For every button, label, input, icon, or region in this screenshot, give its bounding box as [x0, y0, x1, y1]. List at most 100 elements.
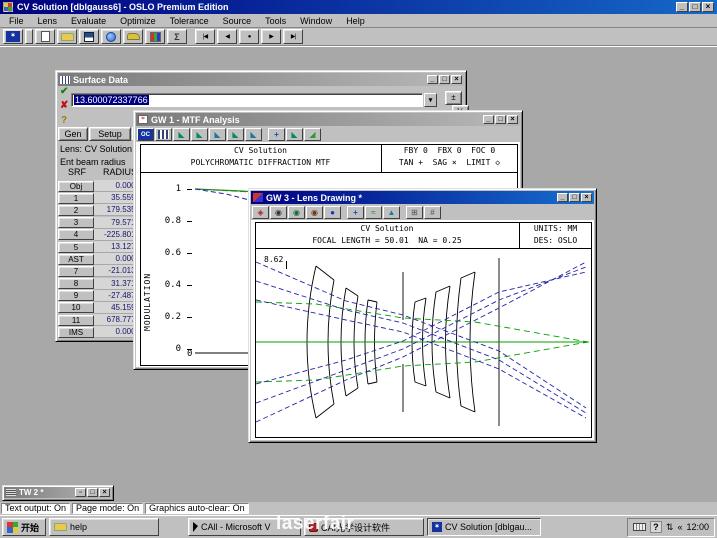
export-icon[interactable]: # — [424, 206, 441, 219]
axes-icon[interactable]: + — [268, 128, 285, 141]
minimized-title: TW 2 * — [19, 488, 43, 497]
taskbar-oslo-window[interactable]: ✶ CV Solution [dblgau... — [427, 518, 541, 536]
oslo-logo-icon[interactable]: ✶ — [3, 29, 23, 44]
table-row: 9-27.4878 — [58, 290, 144, 302]
accept-icon[interactable]: ✔ — [60, 86, 68, 97]
setup-tab-button[interactable]: Setup — [89, 127, 131, 141]
plot-report-icon[interactable]: ◣ — [286, 128, 303, 141]
draw-icon[interactable]: ◈ — [252, 206, 269, 219]
rays-icon[interactable]: ≈ — [365, 206, 382, 219]
grid-icon[interactable]: ⊞ — [406, 206, 423, 219]
slider-wheel-icon[interactable] — [123, 29, 143, 44]
srf-button[interactable]: 8 — [58, 278, 94, 289]
plot-psf-icon[interactable]: ◣ — [191, 128, 208, 141]
srf-button[interactable]: 9 — [58, 290, 94, 301]
toolbar-handle[interactable] — [25, 29, 33, 44]
cell-dropdown-button[interactable]: ▾ — [424, 93, 437, 107]
taskbar-help-folder[interactable]: help — [49, 518, 159, 536]
app-close-button[interactable]: × — [702, 2, 714, 12]
min-maximize-button[interactable]: □ — [87, 488, 98, 497]
plot-spot-icon[interactable]: ◣ — [209, 128, 226, 141]
minimized-titlebar[interactable]: TW 2 * ▫ □ × — [4, 487, 112, 498]
table-row: AST0.0000 — [58, 253, 144, 265]
menu-optimize[interactable]: Optimize — [113, 15, 163, 27]
surface-maximize-button[interactable]: □ — [439, 75, 450, 84]
app-minimize-button[interactable]: _ — [676, 2, 688, 12]
lens-maximize-button[interactable]: □ — [569, 193, 580, 202]
surface-minimize-button[interactable]: _ — [427, 75, 438, 84]
collapse-tray-icon[interactable]: « — [677, 522, 682, 532]
lens-titlebar[interactable]: GW 3 - Lens Drawing * _ □ × — [251, 191, 594, 204]
save-lens-icon[interactable] — [79, 29, 99, 44]
mtf-close-button[interactable]: × — [507, 115, 518, 124]
menu-file[interactable]: File — [2, 15, 31, 27]
cancel-icon[interactable]: ✘ — [60, 100, 68, 111]
lens-minimize-button[interactable]: _ — [557, 193, 568, 202]
plot-field-icon[interactable]: ◣ — [227, 128, 244, 141]
menu-source[interactable]: Source — [216, 15, 259, 27]
surface-close-button[interactable]: × — [451, 75, 462, 84]
new-lens-icon[interactable] — [35, 29, 55, 44]
tray-help-icon[interactable]: ? — [650, 521, 662, 533]
plot-wavefront-icon[interactable]: ◣ — [245, 128, 262, 141]
menu-lens[interactable]: Lens — [31, 15, 65, 27]
app-maximize-button[interactable]: □ — [689, 2, 701, 12]
text-window-icon — [6, 489, 16, 496]
vcr-prev-icon[interactable]: ◀ — [217, 29, 237, 44]
menu-help[interactable]: Help — [339, 15, 372, 27]
zoom-out-icon[interactable]: ▲ — [383, 206, 400, 219]
srf-button[interactable]: 5 — [58, 242, 94, 253]
menu-tolerance[interactable]: Tolerance — [163, 15, 216, 27]
surface-data-titlebar[interactable]: Surface Data _ □ × — [58, 73, 464, 86]
view-3d-icon[interactable]: ◉ — [306, 206, 323, 219]
mtf-titlebar[interactable]: ≈ GW 1 - MTF Analysis _ □ × — [136, 113, 520, 126]
chart-icon[interactable] — [145, 29, 165, 44]
min-close-button[interactable]: × — [99, 488, 110, 497]
comb-icon[interactable] — [155, 128, 172, 141]
min-restore-button[interactable]: ▫ — [75, 488, 86, 497]
srf-button[interactable]: 2 — [58, 205, 94, 216]
shaded-icon[interactable]: ● — [324, 206, 341, 219]
srf-button[interactable]: Obj — [58, 181, 94, 192]
gen-tab-button[interactable]: Gen — [58, 127, 88, 141]
lens-close-button[interactable]: × — [581, 193, 592, 202]
mtf-minimize-button[interactable]: _ — [483, 115, 494, 124]
table-row: 135.5593 — [58, 192, 144, 204]
menubar: File Lens Evaluate Optimize Tolerance So… — [0, 14, 717, 28]
optimize-icon[interactable]: Σ — [167, 29, 187, 44]
view-xy-icon[interactable]: ◉ — [270, 206, 287, 219]
keyboard-layout-icon[interactable] — [633, 523, 646, 531]
minimized-text-window[interactable]: TW 2 * ▫ □ × — [2, 485, 114, 501]
plot-scan-icon[interactable]: ◢ — [304, 128, 321, 141]
mtf-maximize-button[interactable]: □ — [495, 115, 506, 124]
start-button[interactable]: 开始 — [2, 518, 46, 536]
vcr-next-icon[interactable]: ▶ — [261, 29, 281, 44]
srf-button[interactable]: IMS — [58, 327, 94, 338]
menu-window[interactable]: Window — [293, 15, 339, 27]
globe-icon[interactable] — [101, 29, 121, 44]
help-icon[interactable]: ? — [61, 115, 67, 126]
zoom-in-icon[interactable]: + — [347, 206, 364, 219]
cell-edit-selected-text: 13.600072337766 — [74, 95, 149, 105]
menu-evaluate[interactable]: Evaluate — [64, 15, 113, 27]
srf-button[interactable]: AST — [58, 254, 94, 265]
srf-button[interactable]: 7 — [58, 266, 94, 277]
srf-button[interactable]: 4 — [58, 229, 94, 240]
input-switch-icon[interactable]: ⇅ — [666, 522, 674, 533]
view-xz-icon[interactable]: ◉ — [288, 206, 305, 219]
app-titlebar[interactable]: CV Solution [dblgauss6] - OSLO Premium E… — [0, 0, 717, 14]
text-window-icon[interactable]: OC — [137, 128, 154, 141]
insert-row-icon[interactable]: ± — [445, 91, 462, 105]
srf-button[interactable]: 11 — [58, 315, 94, 326]
plot-mtf-icon[interactable]: ◣ — [173, 128, 190, 141]
lens-drawing-window[interactable]: GW 3 - Lens Drawing * _ □ × ◈ ◉ ◉ ◉ ● + … — [248, 188, 597, 443]
menu-tools[interactable]: Tools — [258, 15, 293, 27]
srf-button[interactable]: 3 — [58, 217, 94, 228]
cell-edit-field[interactable]: 13.600072337766 — [71, 93, 423, 107]
open-lens-icon[interactable] — [57, 29, 77, 44]
vcr-play-icon[interactable]: ● — [239, 29, 259, 44]
vcr-first-icon[interactable]: |◀ — [195, 29, 215, 44]
srf-button[interactable]: 10 — [58, 302, 94, 313]
vcr-last-icon[interactable]: ▶| — [283, 29, 303, 44]
srf-button[interactable]: 1 — [58, 193, 94, 204]
